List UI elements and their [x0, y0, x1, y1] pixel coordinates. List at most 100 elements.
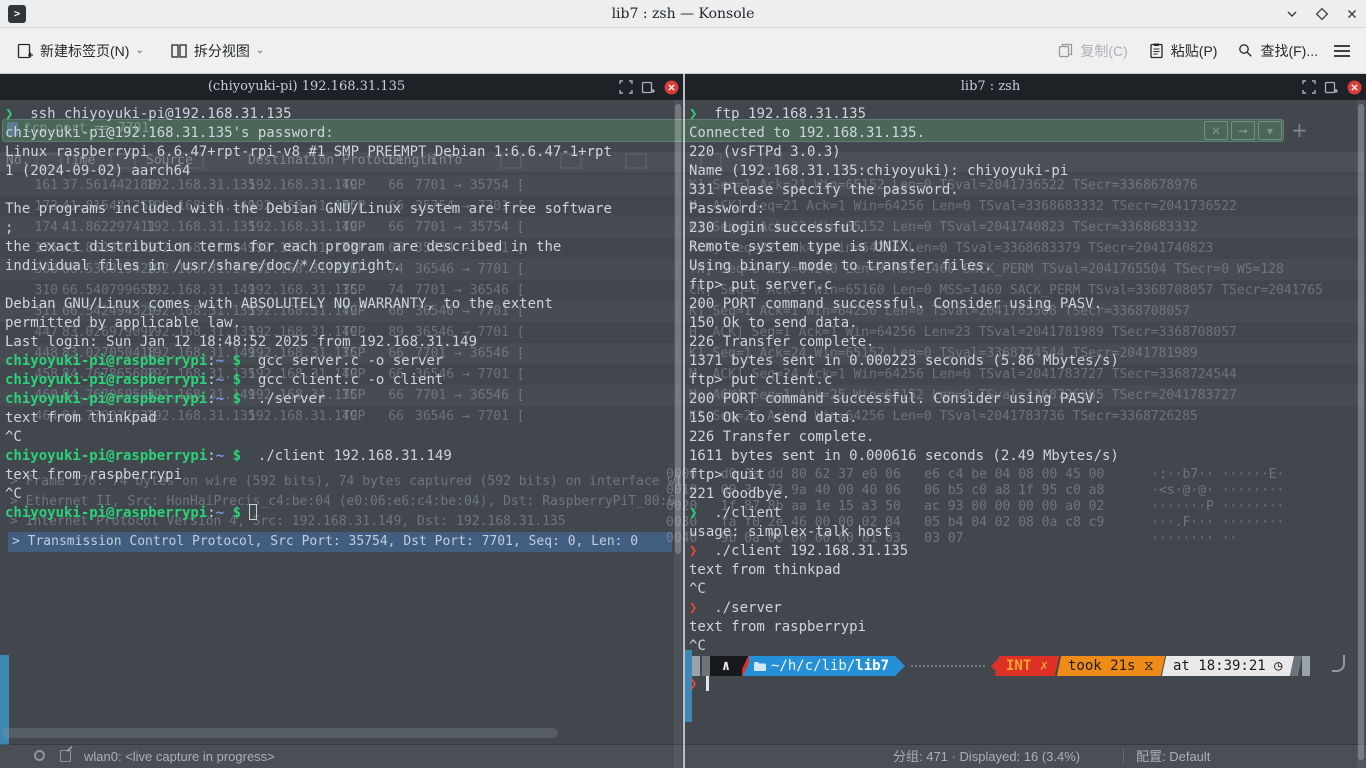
right-pane-header: lib7 : zsh	[685, 74, 1366, 100]
chevron-down-icon: ⌄	[256, 45, 264, 56]
annotation-icon	[60, 750, 71, 762]
terminal-line: 1371 bytes sent in 0.000223 seconds (5.8…	[689, 352, 1352, 371]
window-title: lib7 : zsh — Konsole	[0, 0, 1366, 28]
prompt-directory: ~/h/c/lib/lib7	[749, 656, 895, 676]
terminal-line: permitted by applicable law.	[5, 314, 670, 333]
expand-pane-icon[interactable]	[619, 80, 633, 94]
terminal-line: ftp> quit	[689, 466, 1352, 485]
terminal-line: 230 Login successful.	[689, 219, 1352, 238]
terminal-line: the exact distribution terms for each pr…	[5, 238, 670, 257]
menu-button[interactable]	[1332, 43, 1352, 59]
terminal-line: ❯	[689, 675, 1352, 694]
terminal-line: ;	[5, 219, 670, 238]
search-icon	[1237, 42, 1254, 59]
terminal-line: text from thinkpad	[689, 561, 1352, 580]
expand-pane-icon[interactable]	[1302, 80, 1316, 94]
detach-tab-icon[interactable]	[641, 80, 656, 94]
right-terminal[interactable]: ❯ ftp 192.168.31.135Connected to 192.168…	[689, 105, 1352, 694]
terminal-line: 1611 bytes sent in 0.000616 seconds (2.4…	[689, 447, 1352, 466]
left-terminal[interactable]: ❯ ssh chiyoyuki-pi@192.168.31.135chiyoyu…	[5, 105, 670, 523]
split-view-label: 拆分视图	[194, 41, 250, 61]
terminal-line: ❯ ssh chiyoyuki-pi@192.168.31.135	[5, 105, 670, 124]
terminal-line: Name (192.168.31.135:chiyoyuki): chiyoyu…	[689, 162, 1352, 181]
chevron-down-icon: ⌄	[135, 45, 143, 56]
maximize-button[interactable]	[1314, 6, 1330, 22]
close-pane-icon[interactable]	[1347, 80, 1362, 95]
new-tab-button[interactable]: 新建标签页(N) ⌄	[6, 33, 154, 69]
terminal-line: 226 Transfer complete.	[689, 333, 1352, 352]
statusbar-divider	[1123, 748, 1124, 764]
paste-button[interactable]: 粘贴(P)	[1138, 33, 1228, 69]
find-label: 查找(F)...	[1260, 41, 1318, 61]
copy-label: 复制(C)	[1080, 41, 1127, 61]
paste-label: 粘贴(P)	[1171, 41, 1218, 61]
left-pane-title: (chiyoyuki-pi) 192.168.31.135	[0, 74, 613, 100]
terminal-line: 331 Please specify the password.	[689, 181, 1352, 200]
paste-icon	[1148, 42, 1165, 59]
wireshark-hscrollbar	[2, 728, 558, 738]
detach-tab-icon[interactable]	[1324, 80, 1339, 94]
terminal-line: text from raspberrypi	[689, 618, 1352, 637]
split-view-icon	[170, 42, 188, 60]
terminal-line: chiyoyuki-pi@192.168.31.135's password:	[5, 124, 670, 143]
right-terminal-scrollbar[interactable]	[1357, 100, 1365, 768]
terminal-line: individual files in /usr/share/doc/*/cop…	[5, 257, 670, 276]
terminal-line: ❯ ftp 192.168.31.135	[689, 105, 1352, 124]
right-pane-title: lib7 : zsh	[685, 74, 1296, 100]
terminal-line: Last login: Sun Jan 12 18:48:52 2025 fro…	[5, 333, 670, 352]
new-tab-icon	[16, 42, 34, 60]
pane-divider[interactable]	[683, 74, 685, 768]
terminal-line: 200 PORT command successful. Consider us…	[689, 390, 1352, 409]
terminal-line: chiyoyuki-pi@raspberrypi:~ $ ./client 19…	[5, 447, 670, 466]
terminal-line	[5, 276, 670, 295]
wireshark-selection-strip	[0, 655, 9, 745]
terminal-line: The programs included with the Debian GN…	[5, 200, 670, 219]
terminal-line: ftp> put server.c	[689, 276, 1352, 295]
close-pane-icon[interactable]	[664, 80, 679, 95]
cursor-hollow	[249, 504, 257, 520]
terminal-line: 150 Ok to send data.	[689, 314, 1352, 333]
terminal-line: ∧~/h/c/lib/lib7INT ✗took 21s ⧖at 18:39:2…	[689, 656, 1352, 675]
terminal-line: usage: simplex-talk host	[689, 523, 1352, 542]
terminal-line: ^C	[5, 428, 670, 447]
find-button[interactable]: 查找(F)...	[1227, 33, 1328, 69]
prompt-duration: took 21s ⧖	[1057, 656, 1165, 676]
new-tab-label: 新建标签页(N)	[40, 41, 129, 61]
terminal-line: Connected to 192.168.31.135.	[689, 124, 1352, 143]
terminal-line: 221 Goodbye.	[689, 485, 1352, 504]
left-pane-header: (chiyoyuki-pi) 192.168.31.135	[0, 74, 683, 100]
terminal-line: ftp> put client.c	[689, 371, 1352, 390]
folder-icon	[753, 661, 766, 672]
prompt-exit-status: INT ✗	[994, 656, 1058, 676]
minimize-button[interactable]	[1284, 6, 1300, 22]
terminal-line: 150 Ok to send data.	[689, 409, 1352, 428]
split-view-button[interactable]: 拆分视图 ⌄	[160, 33, 274, 69]
terminal-line: Password:	[689, 200, 1352, 219]
prompt-time: at 18:39:21 ◷	[1162, 656, 1294, 676]
terminal-line: chiyoyuki-pi@raspberrypi:~ $	[5, 504, 670, 523]
left-terminal-scrollbar[interactable]	[674, 100, 682, 768]
close-button[interactable]	[1344, 6, 1360, 22]
terminal-line: 1 (2024-09-02) aarch64	[5, 162, 670, 181]
terminal-line: ❯ ./server	[689, 599, 1352, 618]
terminal-line: chiyoyuki-pi@raspberrypi:~ $ gcc server.…	[5, 352, 670, 371]
terminal-line: text from raspberrypi	[5, 466, 670, 485]
copy-icon	[1057, 42, 1074, 59]
terminal-line: chiyoyuki-pi@raspberrypi:~ $ ./server	[5, 390, 670, 409]
capture-status-icon	[34, 750, 45, 761]
copy-button[interactable]: 复制(C)	[1047, 33, 1137, 69]
terminal-line: Remote system type is UNIX.	[689, 238, 1352, 257]
capture-status-text: wlan0: <live capture in progress>	[84, 745, 275, 768]
cursor-bar	[706, 675, 709, 691]
terminal-line: ^C	[5, 485, 670, 504]
main-toolbar: 新建标签页(N) ⌄ 拆分视图 ⌄ 复制(C) 粘贴(P) 查找(F)...	[0, 28, 1366, 74]
terminal-line: 226 Transfer complete.	[689, 428, 1352, 447]
terminal-line: ^C	[689, 637, 1352, 656]
terminal-line: ^C	[689, 580, 1352, 599]
terminal-line: Using binary mode to transfer files.	[689, 257, 1352, 276]
packet-count-text: 分组: 471 · Displayed: 16 (3.4%)	[893, 745, 1080, 768]
wireshark-detail-row: > Transmission Control Protocol, Src Por…	[8, 532, 672, 552]
profile-text: 配置: Default	[1136, 745, 1360, 768]
terminal-line: Debian GNU/Linux comes with ABSOLUTELY N…	[5, 295, 670, 314]
hamburger-icon	[1332, 43, 1352, 59]
